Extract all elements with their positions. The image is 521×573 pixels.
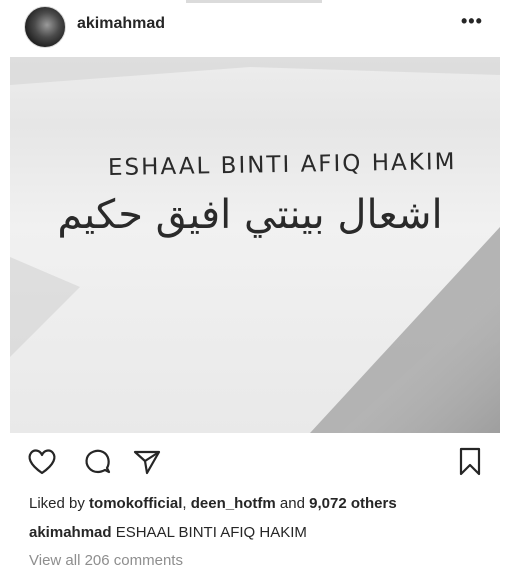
caption-username[interactable]: akimahmad: [29, 524, 112, 541]
more-options-icon[interactable]: •••: [461, 11, 487, 31]
send-icon[interactable]: [130, 444, 164, 478]
likes-summary[interactable]: Liked by tomokofficial, deen_hotfm and 9…: [29, 495, 397, 512]
bookmark-icon[interactable]: [453, 444, 487, 478]
paper-shading: [10, 57, 500, 433]
likes-and: and: [275, 495, 310, 512]
handwritten-name-arabic: اشعال بينتي افيق حكيم: [57, 192, 443, 238]
likes-separator: ,: [182, 495, 191, 512]
view-all-comments-link[interactable]: View all 206 comments: [29, 552, 183, 569]
avatar[interactable]: [24, 6, 66, 48]
caption-text: ESHAAL BINTI AFIQ HAKIM: [115, 524, 307, 541]
comment-icon[interactable]: [80, 444, 114, 478]
post-header: akimahmad •••: [0, 0, 521, 52]
liker-user2[interactable]: deen_hotfm: [191, 495, 276, 512]
post-photo[interactable]: ESHAAL BINTI AFIQ HAKIM اشعال بينتي افيق…: [10, 57, 500, 433]
likes-others[interactable]: 9,072 others: [309, 495, 397, 512]
post-actions: [0, 444, 521, 478]
likes-prefix: Liked by: [29, 495, 90, 512]
heart-icon[interactable]: [25, 444, 59, 478]
post-caption: akimahmad ESHAAL BINTI AFIQ HAKIM: [29, 524, 307, 541]
post-username[interactable]: akimahmad: [77, 15, 165, 33]
liker-user1[interactable]: tomokofficial: [89, 495, 182, 512]
